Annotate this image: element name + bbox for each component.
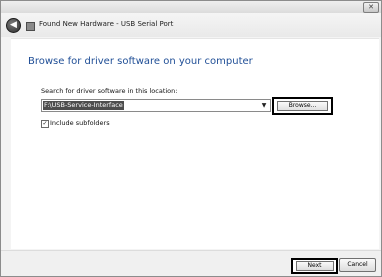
close-button[interactable]: ✕: [363, 2, 379, 13]
wizard-header: ◀ Found New Hardware - USB Serial Port: [1, 13, 381, 37]
back-button[interactable]: ◀: [6, 18, 21, 33]
next-button[interactable]: Next: [295, 261, 334, 271]
next-button-highlight[interactable]: Next: [291, 258, 338, 274]
close-icon: ✕: [368, 3, 374, 11]
hardware-device-icon: [26, 22, 35, 31]
chevron-down-icon[interactable]: ▼: [260, 102, 268, 109]
title-bar: ✕: [1, 1, 381, 13]
back-arrow-icon: ◀: [10, 20, 17, 30]
content-panel: [11, 38, 379, 249]
path-combobox[interactable]: F:\USB-Service-Interface ▼: [41, 99, 271, 112]
cancel-button[interactable]: Cancel: [339, 258, 376, 272]
path-input-value[interactable]: F:\USB-Service-Interface: [43, 101, 124, 110]
include-subfolders-label[interactable]: Include subfolders: [50, 119, 110, 127]
browse-button[interactable]: Browse...: [277, 101, 328, 111]
browse-button-highlight[interactable]: Browse...: [272, 97, 333, 115]
page-heading: Browse for driver software on your compu…: [28, 56, 253, 67]
include-subfolders-checkbox[interactable]: ✓: [41, 120, 49, 128]
wizard-title: Found New Hardware - USB Serial Port: [39, 20, 174, 28]
search-location-label: Search for driver software in this locat…: [41, 87, 178, 95]
checkmark-icon: ✓: [42, 120, 48, 127]
wizard-window: ✕ ◀ Found New Hardware - USB Serial Port…: [0, 0, 382, 277]
